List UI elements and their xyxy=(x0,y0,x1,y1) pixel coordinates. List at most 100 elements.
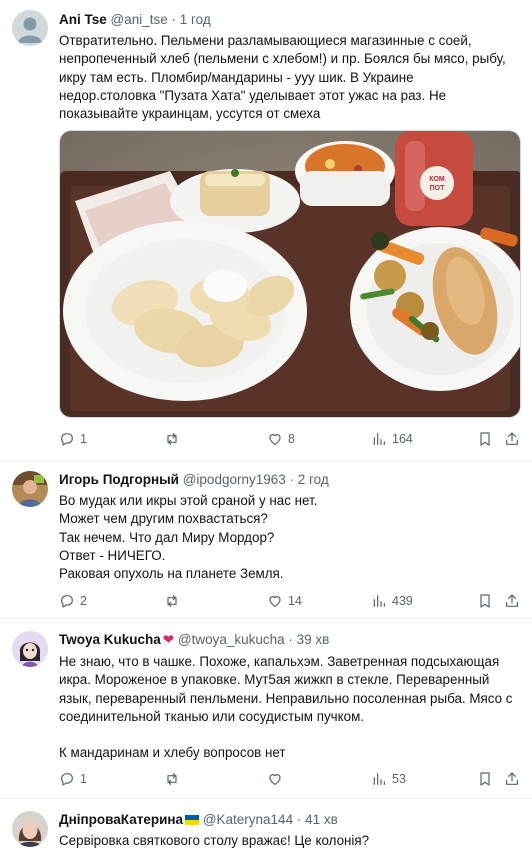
tweet-header: Ani Tse @ani_tse · 1 год xyxy=(59,12,211,27)
repost-icon xyxy=(167,595,177,607)
bookmark-icon xyxy=(480,594,490,608)
user-photo-avatar xyxy=(12,811,48,847)
views-button[interactable]: 439 xyxy=(371,593,413,609)
like-button[interactable]: 14 xyxy=(267,593,302,609)
heart-emoji: ❤ xyxy=(162,632,175,647)
text-line: Раковая опухоль на планете Земля. xyxy=(59,566,284,582)
tweet-text: Сервіровка святкового столу вражає! Це к… xyxy=(59,832,521,850)
text-line: непропеченный хлеб (пельмени с хлебом!) … xyxy=(59,51,506,67)
repost-button[interactable] xyxy=(164,593,185,609)
display-name[interactable]: Ani Tse xyxy=(59,12,107,27)
reply-icon xyxy=(61,433,73,446)
display-name[interactable]: Twoya Kukucha xyxy=(59,632,161,647)
handle[interactable]: @Kateryna144 xyxy=(203,812,293,827)
bookmark-button[interactable] xyxy=(477,593,493,609)
like-count: 14 xyxy=(288,594,302,608)
share-icon xyxy=(506,772,518,785)
tweet-text: Отвратительно. Пельмени разламывающиеся … xyxy=(59,32,521,123)
views-icon xyxy=(373,595,385,607)
share-button[interactable] xyxy=(504,771,520,787)
tweet-actions: 2 14 439 xyxy=(59,593,521,611)
like-button[interactable] xyxy=(267,771,288,787)
text-line: показывайте украинцам, уссутся от смеха xyxy=(59,106,321,122)
text-line: Отвратительно. Пельмени разламывающиеся … xyxy=(59,33,472,48)
reply-icon xyxy=(61,773,73,786)
reply-count: 1 xyxy=(80,772,87,786)
views-button[interactable]: 53 xyxy=(371,771,406,787)
tweet[interactable]: Twoya Kukucha ❤ @twoya_kukucha · 39 хв Не… xyxy=(0,619,532,799)
views-icon xyxy=(373,433,385,445)
user-photo-avatar xyxy=(12,471,48,507)
tweet-text: Во мудак или икры этой сраной у нас нет.… xyxy=(59,492,521,583)
tweet-header: ДніпроваКатерина @Kateryna144 · 41 хв xyxy=(59,812,338,827)
text-line: Так нечем. Что дал Миру Мордор? xyxy=(59,529,275,545)
tweet[interactable]: Ani Tse @ani_tse · 1 год Отвратительно. … xyxy=(0,0,532,461)
view-count: 53 xyxy=(392,772,406,786)
tweet[interactable]: Игорь Подгорный @ipodgorny1963 · 2 год В… xyxy=(0,461,532,619)
text-line: Не знаю, что в чашке. Похоже, капальхэм.… xyxy=(59,654,500,669)
text-line: К мандаринам и хлебу вопросов нет xyxy=(59,745,286,761)
timestamp[interactable]: · 2 год xyxy=(290,472,329,487)
text-line: икра. Мороженое в упаковке. Мут5ая жижкп… xyxy=(59,672,490,688)
user-cartoon-avatar xyxy=(12,631,48,667)
display-name[interactable]: Игорь Подгорный xyxy=(59,472,179,487)
tweet-header: Игорь Подгорный @ipodgorny1963 · 2 год xyxy=(59,472,329,487)
avatar[interactable] xyxy=(12,471,48,507)
text-line: икру там есть. Пломбир/мандарины - ууу ш… xyxy=(59,69,414,85)
handle[interactable]: @twoya_kukucha xyxy=(178,632,285,647)
reply-button[interactable]: 2 xyxy=(59,593,87,609)
tweet-actions: 1 8 164 xyxy=(59,431,521,449)
text-line: Ответ - НИЧЕГО. xyxy=(59,547,166,563)
like-icon xyxy=(269,434,281,445)
text-line: Сервіровка святкового столу вражає! Це к… xyxy=(59,833,370,848)
like-icon xyxy=(269,774,281,785)
tweet[interactable]: ДніпроваКатерина @Kateryna144 · 41 хв Се… xyxy=(0,799,532,861)
bookmark-icon xyxy=(480,772,490,786)
bookmark-button[interactable] xyxy=(477,431,493,447)
handle[interactable]: @ani_tse xyxy=(111,12,168,27)
timestamp[interactable]: · 1 год xyxy=(172,12,211,27)
food-photo-illustration: КОМ ПОТ xyxy=(60,131,520,417)
avatar[interactable] xyxy=(12,811,48,847)
reply-button[interactable]: 1 xyxy=(59,771,87,787)
views-icon xyxy=(373,773,385,785)
repost-icon xyxy=(167,433,177,445)
like-icon xyxy=(269,596,281,607)
text-line: Во мудак или икры этой сраной у нас нет. xyxy=(59,493,318,508)
share-button[interactable] xyxy=(504,431,520,447)
share-icon xyxy=(506,594,518,607)
text-line: Может чем другим похвастаться? xyxy=(59,511,268,527)
tweet-header: Twoya Kukucha ❤ @twoya_kukucha · 39 хв xyxy=(59,632,329,648)
views-button[interactable]: 164 xyxy=(371,431,413,447)
bookmark-button[interactable] xyxy=(477,771,493,787)
handle[interactable]: @ipodgorny1963 xyxy=(183,472,286,487)
avatar[interactable] xyxy=(12,10,48,46)
compote-label: КОМ xyxy=(429,176,445,183)
repost-button[interactable] xyxy=(164,771,185,787)
reply-count: 2 xyxy=(80,594,87,608)
reply-icon xyxy=(61,595,73,608)
bookmark-icon xyxy=(480,432,490,446)
default-avatar-icon xyxy=(12,10,48,46)
repost-icon xyxy=(167,773,177,785)
reply-count: 1 xyxy=(80,432,87,446)
share-button[interactable] xyxy=(504,593,520,609)
reply-button[interactable]: 1 xyxy=(59,431,87,447)
share-icon xyxy=(506,432,518,445)
tweet-actions: 1 53 xyxy=(59,771,521,789)
text-line xyxy=(59,726,521,744)
timestamp[interactable]: · 39 хв xyxy=(288,632,329,647)
avatar[interactable] xyxy=(12,631,48,667)
ukraine-flag-icon xyxy=(185,815,200,825)
text-line: соединительной тканью или сосудистым пуч… xyxy=(59,708,365,724)
display-name[interactable]: ДніпроваКатерина xyxy=(59,812,183,827)
food-photo[interactable]: КОМ ПОТ xyxy=(59,130,521,418)
repost-button[interactable] xyxy=(164,431,185,447)
text-line: недор.столовка "Пузата Хата" уделывает э… xyxy=(59,87,447,103)
compote-label: ПОТ xyxy=(430,185,445,192)
tweet-text: Не знаю, что в чашке. Похоже, капальхэм.… xyxy=(59,653,521,763)
like-count: 8 xyxy=(288,432,295,446)
like-button[interactable]: 8 xyxy=(267,431,295,447)
timestamp[interactable]: · 41 хв xyxy=(297,812,338,827)
view-count: 164 xyxy=(392,432,413,446)
